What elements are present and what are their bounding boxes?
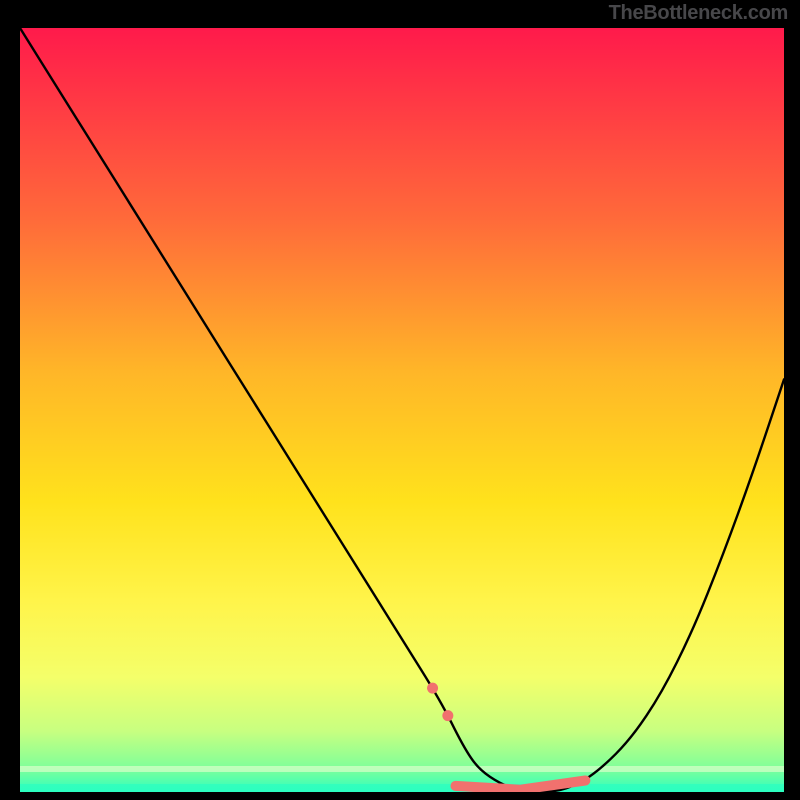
min-band-green [20,784,784,792]
attribution-text: TheBottleneck.com [609,2,788,25]
chart-svg [20,28,784,792]
marker-dot-1 [427,683,438,694]
bottleneck-chart [20,28,784,792]
marker-dot-2 [442,710,453,721]
min-band-light [20,766,784,772]
